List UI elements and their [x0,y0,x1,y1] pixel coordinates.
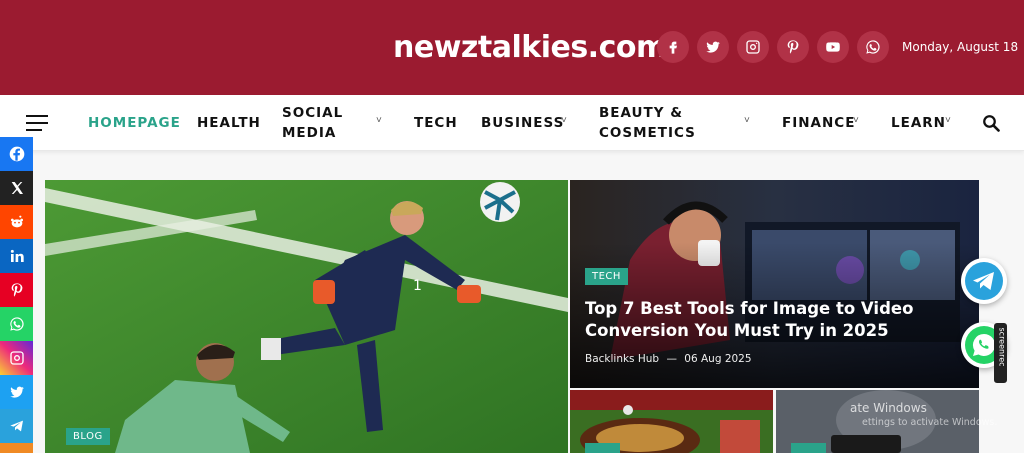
main-navigation: HOMEPAGE HEALTH SOCIAL MEDIA ˅ TECH BUSI… [0,95,1024,151]
header-facebook-button[interactable] [657,31,689,63]
chevron-down-icon[interactable]: ˅ [744,115,750,126]
article-date: 06 Aug 2025 [684,353,752,365]
nav-item-label: BEAUTY & [599,105,683,121]
twitter-icon [9,386,24,398]
nav-item-health[interactable]: HEALTH [197,113,261,133]
screenrec-label: screenrec [997,327,1007,367]
pinterest-icon [787,40,799,54]
nav-item-learn[interactable]: LEARN [891,113,946,133]
nav-item-homepage[interactable]: HOMEPAGE [88,113,181,133]
featured-main-card[interactable]: 1 BLOG [45,180,568,453]
header-whatsapp-button[interactable] [857,31,889,63]
linkedin-icon [10,249,24,262]
share-telegram-button[interactable] [0,409,33,443]
nav-item-label: MEDIA [282,125,337,141]
site-logo[interactable]: newztalkies.com [393,30,667,65]
featured-side-card[interactable]: TECH Top 7 Best Tools for Image to Video… [570,180,979,388]
share-facebook-button[interactable] [0,137,33,171]
search-icon[interactable] [982,114,1000,132]
nav-item-tech[interactable]: TECH [414,113,458,133]
chevron-down-icon[interactable]: ˅ [945,115,951,126]
article-author[interactable]: Backlinks Hub [585,353,659,365]
share-more-button[interactable] [0,443,33,453]
reddit-icon [10,215,23,228]
header-youtube-button[interactable] [817,31,849,63]
telegram-icon [9,420,23,432]
pinterest-icon [11,283,22,297]
share-whatsapp-button[interactable] [0,307,33,341]
chevron-down-icon[interactable]: ˅ [561,115,567,126]
nav-item-beauty-cosmetics[interactable]: BEAUTY & COSMETICS [599,103,696,143]
nav-item-finance[interactable]: FINANCE [782,113,855,133]
chevron-down-icon[interactable]: ˅ [853,115,859,126]
small-card-image [570,390,773,453]
activate-windows-title: ate Windows [850,401,927,415]
whatsapp-icon [9,317,24,331]
youtube-icon [826,42,840,52]
chevron-down-icon[interactable]: ˅ [376,115,382,126]
instagram-icon [9,351,24,365]
x-icon [11,182,23,194]
share-twitter-button[interactable] [0,375,33,409]
x-twitter-icon [706,41,720,53]
share-reddit-button[interactable] [0,205,33,239]
telegram-icon [965,262,1003,300]
svg-text:1: 1 [413,278,422,294]
nav-item-label: SOCIAL [282,105,344,121]
header-date: Monday, August 18 [902,40,1019,54]
hamburger-menu-icon[interactable] [26,115,48,131]
share-linkedin-button[interactable] [0,239,33,273]
share-instagram-button[interactable] [0,341,33,375]
nav-item-label: COSMETICS [599,125,696,141]
top-header-bar: newztalkies.com Monday, August 18 [0,0,1024,95]
nav-item-business[interactable]: BUSINESS [481,113,564,133]
featured-main-image: 1 [45,180,568,453]
small-card-casino[interactable] [570,390,773,453]
header-x-button[interactable] [697,31,729,63]
nav-item-social-media[interactable]: SOCIAL MEDIA [282,103,343,143]
facebook-icon [669,41,677,54]
article-meta: Backlinks Hub — 06 Aug 2025 [585,353,752,365]
instagram-icon [746,40,760,54]
floating-telegram-button[interactable] [961,258,1007,304]
header-pinterest-button[interactable] [777,31,809,63]
category-badge[interactable]: TECH [585,268,628,285]
article-title[interactable]: Top 7 Best Tools for Image to Video Conv… [585,298,970,342]
header-instagram-button[interactable] [737,31,769,63]
share-x-button[interactable] [0,171,33,205]
facebook-icon [9,146,24,162]
share-pinterest-button[interactable] [0,273,33,307]
category-badge[interactable]: BLOG [66,428,110,445]
whatsapp-icon [866,40,880,54]
screenrec-tab[interactable]: screenrec [994,323,1007,383]
activate-windows-subtitle: ettings to activate Windows. [862,417,998,428]
meta-separator: — [666,353,677,365]
